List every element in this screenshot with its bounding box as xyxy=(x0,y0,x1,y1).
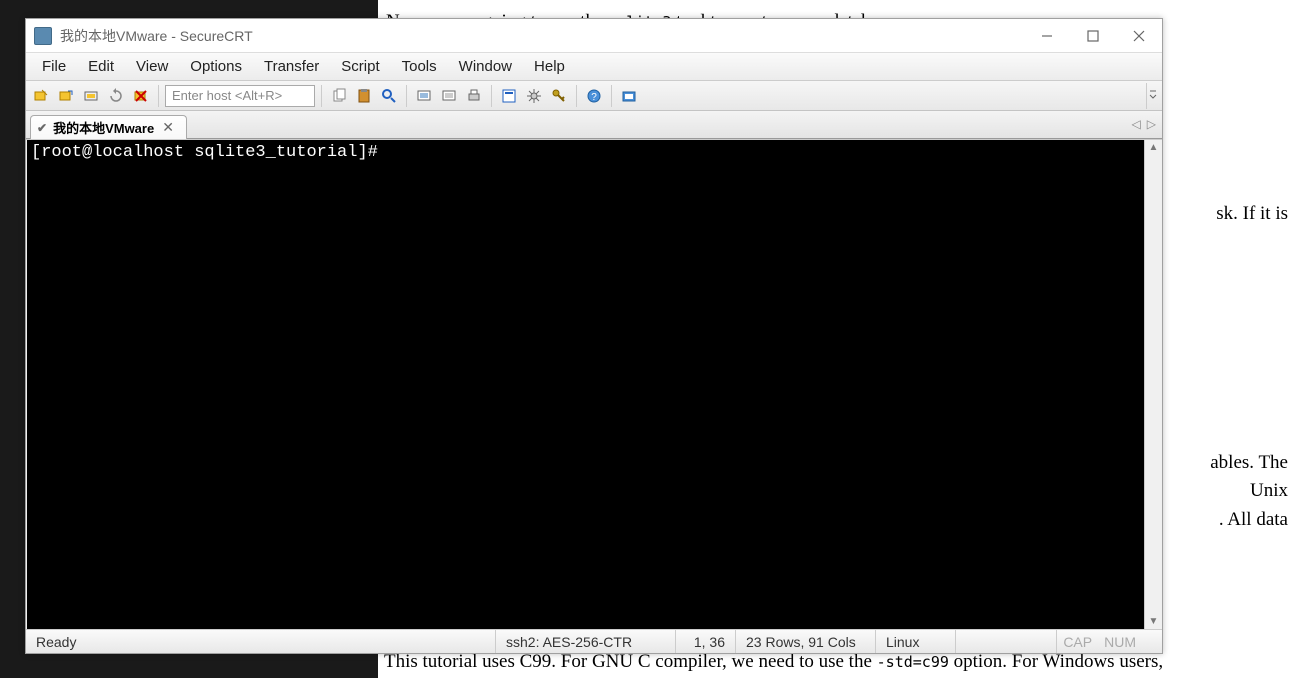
titlebar[interactable]: 我的本地VMware - SecureCRT xyxy=(26,19,1162,53)
session-options-icon[interactable] xyxy=(498,85,520,107)
statusbar: Ready ssh2: AES-256-CTR 1, 36 23 Rows, 9… xyxy=(26,629,1162,653)
disconnect-icon[interactable] xyxy=(130,85,152,107)
menu-view[interactable]: View xyxy=(126,55,178,78)
print-icon[interactable] xyxy=(463,85,485,107)
bg-text: . All data xyxy=(1210,506,1288,535)
bg-text: sk. If it is xyxy=(1210,200,1288,229)
resize-grip-icon[interactable] xyxy=(1142,630,1162,653)
connect-icon[interactable] xyxy=(30,85,52,107)
quick-connect-icon[interactable] xyxy=(55,85,77,107)
securefx-icon[interactable] xyxy=(618,85,640,107)
menu-file[interactable]: File xyxy=(32,55,76,78)
scroll-down-icon[interactable]: ▼ xyxy=(1149,616,1159,627)
tabstrip: ✔ 我的本地VMware ✕ ◁ ▷ xyxy=(26,111,1162,139)
connected-check-icon: ✔ xyxy=(37,121,47,135)
maximize-button[interactable] xyxy=(1070,21,1116,51)
status-cipher: ssh2: AES-256-CTR xyxy=(496,630,676,653)
menu-options[interactable]: Options xyxy=(180,55,252,78)
svg-text:?: ? xyxy=(591,92,597,103)
menu-tools[interactable]: Tools xyxy=(392,55,447,78)
menubar: File Edit View Options Transfer Script T… xyxy=(26,53,1162,81)
tab-next-icon[interactable]: ▷ xyxy=(1145,115,1158,133)
status-dimensions: 23 Rows, 91 Cols xyxy=(736,630,876,653)
tab-prev-icon[interactable]: ◁ xyxy=(1130,115,1143,133)
tab-close-icon[interactable]: ✕ xyxy=(160,119,176,136)
host-placeholder: Enter host <Alt+R> xyxy=(172,88,282,103)
session-tab[interactable]: ✔ 我的本地VMware ✕ xyxy=(30,115,187,139)
terminal-prompt: [root@localhost sqlite3_tutorial]# xyxy=(31,143,378,162)
status-os: Linux xyxy=(876,630,956,653)
status-num: NUM xyxy=(1098,630,1142,653)
bg-text: Unix xyxy=(1210,477,1288,506)
window-title: 我的本地VMware - SecureCRT xyxy=(60,26,1024,46)
toolbar-separator xyxy=(158,85,159,107)
print-selection-icon[interactable] xyxy=(438,85,460,107)
toolbar-separator xyxy=(321,85,322,107)
menu-help[interactable]: Help xyxy=(524,55,575,78)
help-icon[interactable]: ? xyxy=(583,85,605,107)
find-icon[interactable] xyxy=(378,85,400,107)
toolbar-separator xyxy=(611,85,612,107)
global-options-icon[interactable] xyxy=(523,85,545,107)
scroll-up-icon[interactable]: ▲ xyxy=(1149,142,1159,153)
toolbar-separator xyxy=(491,85,492,107)
toolbar-overflow-icon[interactable] xyxy=(1146,83,1158,109)
tab-label: 我的本地VMware xyxy=(53,118,154,137)
menu-window[interactable]: Window xyxy=(449,55,522,78)
terminal[interactable]: [root@localhost sqlite3_tutorial]# xyxy=(27,140,1144,629)
toolbar-separator xyxy=(576,85,577,107)
toolbar: Enter host <Alt+R> ? xyxy=(26,81,1162,111)
window: 我的本地VMware - SecureCRT File Edit View Op… xyxy=(25,18,1163,654)
reconnect-icon[interactable] xyxy=(105,85,127,107)
bg-code: -std=c99 xyxy=(877,653,949,671)
connect-bar-icon[interactable] xyxy=(80,85,102,107)
toolbar-separator xyxy=(406,85,407,107)
status-cap: CAP xyxy=(1057,630,1098,653)
key-icon[interactable] xyxy=(548,85,570,107)
close-button[interactable] xyxy=(1116,21,1162,51)
status-cursor-pos: 1, 36 xyxy=(676,630,736,653)
copy-icon[interactable] xyxy=(328,85,350,107)
app-icon xyxy=(34,27,52,45)
menu-transfer[interactable]: Transfer xyxy=(254,55,329,78)
host-input[interactable]: Enter host <Alt+R> xyxy=(165,85,315,107)
vertical-scrollbar[interactable]: ▲ ▼ xyxy=(1144,140,1162,629)
printscreen-icon[interactable] xyxy=(413,85,435,107)
tab-nav: ◁ ▷ xyxy=(1130,115,1158,133)
bg-text: ables. The xyxy=(1210,449,1288,478)
terminal-area: [root@localhost sqlite3_tutorial]# ▲ ▼ xyxy=(26,139,1162,629)
menu-script[interactable]: Script xyxy=(331,55,389,78)
menu-edit[interactable]: Edit xyxy=(78,55,124,78)
paste-icon[interactable] xyxy=(353,85,375,107)
status-ready: Ready xyxy=(26,630,496,653)
status-spacer xyxy=(956,630,1057,653)
minimize-button[interactable] xyxy=(1024,21,1070,51)
